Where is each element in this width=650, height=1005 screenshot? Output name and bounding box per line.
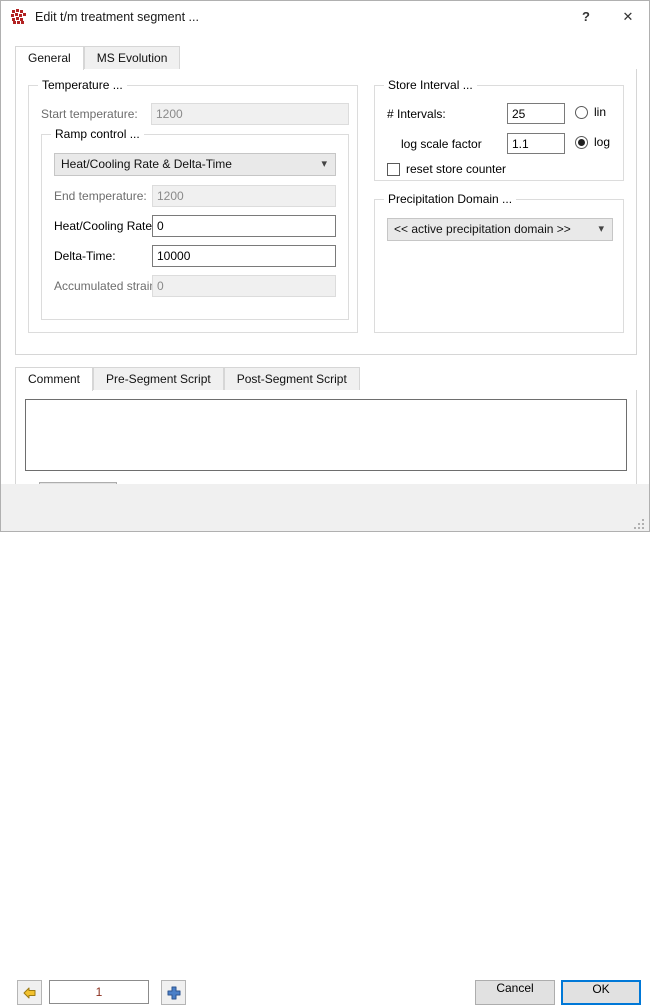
reset-store-counter-label: reset store counter <box>406 162 506 176</box>
log-radio-label: log <box>594 135 610 149</box>
dialog-window: Edit t/m treatment segment ... ? ✕ Gener… <box>0 0 650 532</box>
intervals-label: # Intervals: <box>387 104 446 124</box>
heat-cooling-rate-field[interactable] <box>152 215 336 237</box>
accumulated-strain-field[interactable] <box>152 275 336 297</box>
title-bar: Edit t/m treatment segment ... ? ✕ <box>1 1 649 33</box>
temperature-legend: Temperature ... <box>38 78 127 92</box>
reset-store-counter-row[interactable]: reset store counter <box>387 162 506 176</box>
ramp-mode-value: Heat/Cooling Rate & Delta-Time <box>61 157 232 171</box>
cancel-button[interactable]: Cancel <box>475 980 555 1005</box>
tab-ms-evolution[interactable]: MS Evolution <box>84 46 181 69</box>
end-temperature-label: End temperature: <box>54 186 147 206</box>
start-temperature-field[interactable] <box>151 103 349 125</box>
log-radio-row[interactable]: log <box>575 135 610 149</box>
precipitation-domain-value: << active precipitation domain >> <box>394 222 571 236</box>
delta-time-field[interactable] <box>152 245 336 267</box>
tab-general[interactable]: General <box>15 46 84 70</box>
log-scale-factor-label: log scale factor <box>401 134 482 154</box>
tab-comment[interactable]: Comment <box>15 367 93 391</box>
yellow-left-arrow-icon <box>22 985 38 1001</box>
footer-bar: Cancel OK <box>1 484 649 531</box>
precipitation-domain-combobox[interactable]: << active precipitation domain >> ▾ <box>387 218 613 241</box>
red-dots-icon <box>11 9 27 25</box>
blue-plus-icon <box>166 985 182 1001</box>
ramp-control-legend: Ramp control ... <box>51 127 144 141</box>
tab-post-segment-script[interactable]: Post-Segment Script <box>224 367 360 390</box>
chevron-down-icon: ▾ <box>321 154 327 175</box>
general-tab-panel: Temperature ... Start temperature: Ramp … <box>15 69 637 355</box>
ramp-control-group: Ramp control ... Heat/Cooling Rate & Del… <box>41 134 349 320</box>
window-controls: ? ✕ <box>565 1 649 32</box>
main-tabstrip: General MS Evolution <box>15 46 637 70</box>
resize-grip[interactable] <box>634 517 646 529</box>
intervals-field[interactable] <box>507 103 565 124</box>
ramp-mode-combobox[interactable]: Heat/Cooling Rate & Delta-Time ▾ <box>54 153 336 176</box>
lin-radio-icon[interactable] <box>575 106 588 119</box>
delta-time-label: Delta-Time: <box>54 246 116 266</box>
lin-radio-row[interactable]: lin <box>575 105 606 119</box>
log-radio-icon[interactable] <box>575 136 588 149</box>
precipitation-domain-group: Precipitation Domain ... << active preci… <box>374 199 624 333</box>
add-segment-button[interactable] <box>161 980 186 1005</box>
window-title: Edit t/m treatment segment ... <box>35 10 199 24</box>
accumulated-strain-label: Accumulated strain: <box>54 276 159 296</box>
lin-radio-label: lin <box>594 105 606 119</box>
store-interval-group: Store Interval ... # Intervals: lin log … <box>374 85 624 181</box>
chevron-down-icon: ▾ <box>598 219 604 240</box>
reset-store-counter-checkbox[interactable] <box>387 163 400 176</box>
bottom-tabstrip: Comment Pre-Segment Script Post-Segment … <box>15 367 637 391</box>
close-button[interactable]: ✕ <box>607 1 649 32</box>
log-scale-factor-field[interactable] <box>507 133 565 154</box>
precipitation-domain-legend: Precipitation Domain ... <box>384 192 516 206</box>
comment-textarea[interactable] <box>25 399 627 471</box>
help-button[interactable]: ? <box>565 1 607 32</box>
store-interval-legend: Store Interval ... <box>384 78 477 92</box>
heat-cooling-rate-label: Heat/Cooling Rate: <box>54 216 155 236</box>
temperature-group: Temperature ... Start temperature: Ramp … <box>28 85 358 333</box>
start-temperature-label: Start temperature: <box>41 104 138 124</box>
segment-number-field[interactable] <box>49 980 149 1004</box>
previous-segment-button[interactable] <box>17 980 42 1005</box>
dialog-body: General MS Evolution Temperature ... Sta… <box>1 33 649 531</box>
end-temperature-field[interactable] <box>152 185 336 207</box>
ok-button[interactable]: OK <box>561 980 641 1005</box>
tab-pre-segment-script[interactable]: Pre-Segment Script <box>93 367 224 390</box>
